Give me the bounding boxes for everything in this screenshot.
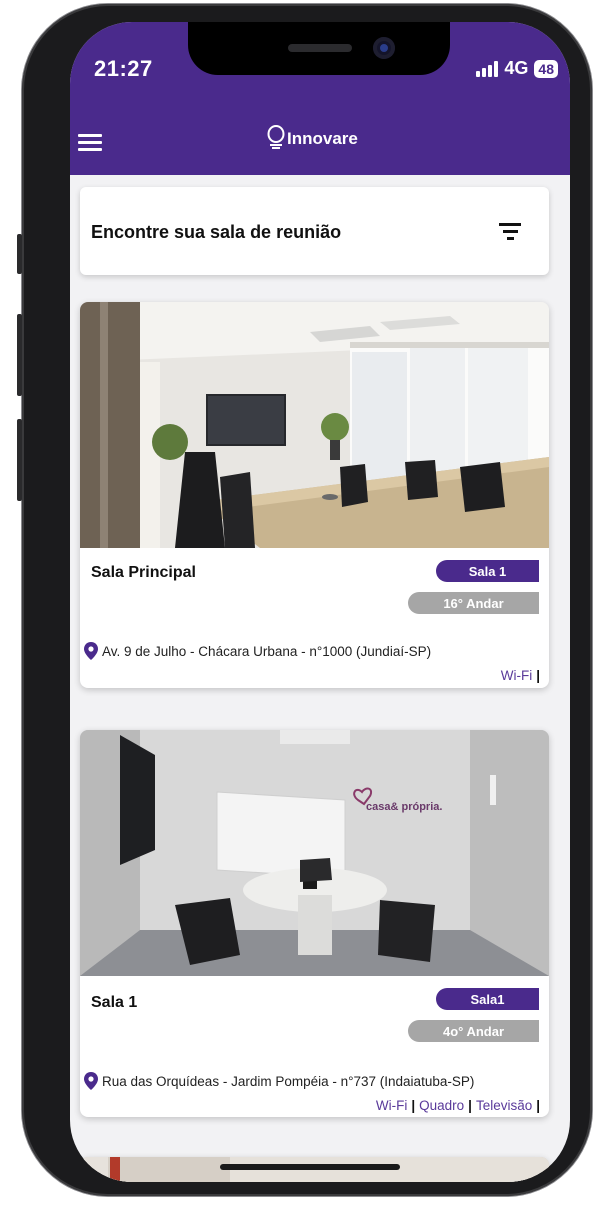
location-pin-icon <box>84 1072 98 1090</box>
address-text: Rua das Orquídeas - Jardim Pompéia - n°7… <box>102 1073 475 1089</box>
room-card[interactable]: casa& própria. Sala 1 Sala1 4o° Andar Ru… <box>80 730 549 1117</box>
room-tag: Sala 1 <box>436 560 539 582</box>
status-time: 21:27 <box>94 56 153 81</box>
address-text: Av. 9 de Julho - Chácara Urbana - n°1000… <box>102 643 432 659</box>
amenity-wifi: Wi-Fi <box>375 1098 408 1113</box>
amenity-whiteboard: Quadro <box>419 1098 465 1113</box>
room-address: Av. 9 de Julho - Chácara Urbana - n°1000… <box>84 642 431 660</box>
signal-icon <box>476 60 499 77</box>
network-type: 4G <box>504 58 529 78</box>
brand-logo[interactable]: Innovare <box>266 124 358 150</box>
search-card[interactable]: Encontre sua sala de reunião <box>80 187 549 275</box>
status-indicators: 4G 48 <box>476 58 558 79</box>
hamburger-menu-icon[interactable] <box>78 134 102 152</box>
notch <box>188 22 450 75</box>
lightbulb-icon <box>267 125 285 149</box>
amenity-wifi: Wi-Fi <box>500 668 533 683</box>
floor-tag: 16° Andar <box>408 592 539 614</box>
brand-name: Innovare <box>287 129 358 148</box>
amenity-tv: Televisão <box>475 1098 533 1113</box>
volume-up-button <box>17 314 22 396</box>
front-camera <box>373 37 395 59</box>
room-name: Sala Principal <box>91 564 196 581</box>
floor-tag: 4o° Andar <box>408 1020 539 1042</box>
room-name: Sala 1 <box>91 994 138 1011</box>
amenities-list: Wi-Fi | <box>500 668 540 683</box>
wall-logo: casa& própria. <box>366 801 442 813</box>
app-screen: 21:27 4G 48 Innovare Encontre sua sala d… <box>70 22 570 1182</box>
amenities-list: Wi-Fi | Quadro | Televisão | <box>375 1098 540 1113</box>
volume-down-button <box>17 419 22 501</box>
room-photo: casa& própria. <box>80 730 549 976</box>
side-button <box>17 234 22 274</box>
room-card[interactable]: Sala Principal Sala 1 16° Andar Av. 9 de… <box>80 302 549 688</box>
battery-icon: 48 <box>534 59 558 78</box>
speaker <box>288 44 352 52</box>
location-pin-icon <box>84 642 98 660</box>
room-tag: Sala1 <box>436 988 539 1010</box>
filter-icon[interactable] <box>499 223 521 240</box>
room-photo <box>80 302 549 548</box>
home-indicator[interactable] <box>220 1164 400 1170</box>
search-title: Encontre sua sala de reunião <box>91 222 342 242</box>
room-address: Rua das Orquídeas - Jardim Pompéia - n°7… <box>84 1072 474 1090</box>
